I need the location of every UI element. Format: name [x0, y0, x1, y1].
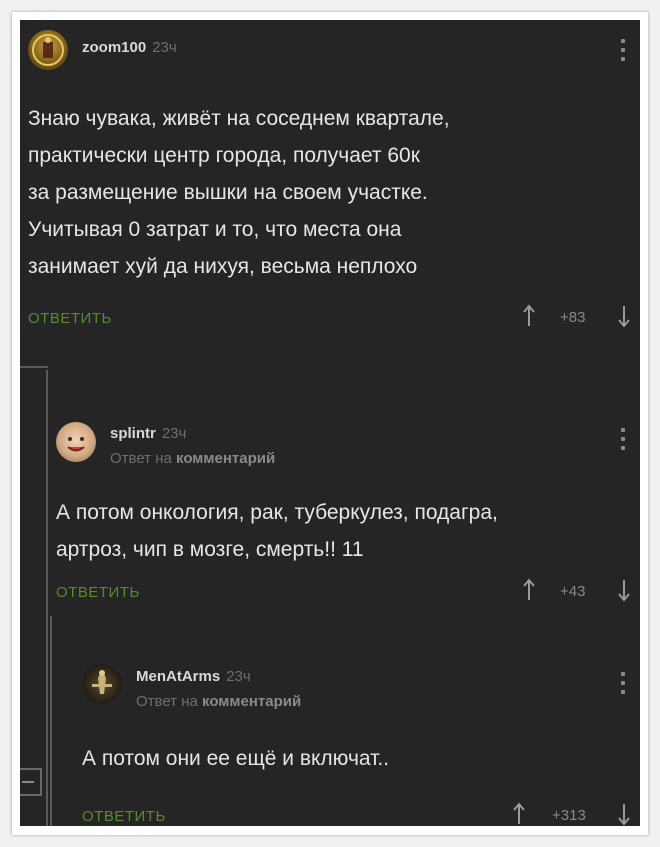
comment-splintr: splintr 23ч Ответ на комментарий А потом … — [20, 416, 640, 616]
more-options-icon[interactable] — [621, 39, 625, 61]
upvote-arrow-icon[interactable] — [512, 802, 526, 826]
avatar-splintr[interactable] — [56, 422, 96, 462]
comment-author[interactable]: zoom100 23ч — [82, 39, 177, 56]
reply-to-label: Ответ на комментарий — [136, 693, 301, 710]
comment-menatarms: MenAtArms 23ч Ответ на комментарий А пото… — [20, 660, 640, 826]
comment-text-line: практически центр города, получает 60к — [28, 144, 420, 167]
rating-value: +313 — [552, 807, 586, 824]
reply-to-prefix: Ответ на — [136, 693, 198, 710]
comment-text: Знаю чувака, живёт на соседнем квартале,… — [28, 100, 450, 285]
rating-value: +83 — [560, 309, 586, 326]
comment-text-line: Учитывая 0 затрат и то, что места она — [28, 218, 402, 241]
downvote-arrow-icon[interactable] — [617, 304, 631, 328]
reply-to-label: Ответ на комментарий — [110, 450, 275, 467]
reply-to-link[interactable]: комментарий — [176, 450, 275, 467]
face-icon — [67, 437, 85, 452]
avatar-zoom100[interactable] — [28, 30, 68, 70]
reply-button[interactable]: ОТВЕТИТЬ — [56, 584, 140, 601]
thread-line-top-stub — [20, 366, 48, 368]
author-name[interactable]: MenAtArms — [136, 668, 220, 685]
reply-button[interactable]: ОТВЕТИТЬ — [28, 310, 112, 327]
comment-text: А потом онкология, рак, туберкулез, пода… — [56, 494, 498, 568]
more-options-icon[interactable] — [621, 672, 625, 694]
reply-to-link[interactable]: комментарий — [202, 693, 301, 710]
emblem-icon — [32, 34, 64, 66]
downvote-arrow-icon[interactable] — [617, 802, 631, 826]
comment-text-line: А потом онкология, рак, туберкулез, пода… — [56, 501, 498, 524]
comment-author[interactable]: splintr 23ч — [110, 425, 186, 442]
author-name[interactable]: zoom100 — [82, 39, 146, 56]
knight-icon — [92, 670, 112, 694]
comment-text: А потом они ее ещё и включат.. — [82, 740, 389, 777]
downvote-arrow-icon[interactable] — [617, 578, 631, 602]
comment-text-line: Знаю чувака, живёт на соседнем квартале, — [28, 107, 450, 130]
comment-zoom100: zoom100 23ч Знаю чувака, живёт на соседне… — [20, 20, 640, 340]
comment-text-line: А потом они ее ещё и включат.. — [82, 747, 390, 770]
rating-value: +43 — [560, 583, 586, 600]
comment-author[interactable]: MenAtArms 23ч — [136, 668, 251, 685]
comment-time: 23ч — [161, 425, 187, 442]
comment-text-line: занимает хуй да нихуя, весьма неплохо — [28, 255, 418, 278]
upvote-arrow-icon[interactable] — [522, 578, 536, 602]
avatar-menatarms[interactable] — [82, 664, 122, 704]
comments-panel: zoom100 23ч Знаю чувака, живёт на соседне… — [20, 20, 640, 826]
more-options-icon[interactable] — [621, 428, 625, 450]
comment-text-line: за размещение вышки на своем участке. — [28, 181, 428, 204]
comment-time: 23ч — [226, 668, 251, 685]
comment-text-line: артроз, чип в мозге, смерть!! 11 — [56, 538, 364, 561]
author-name[interactable]: splintr — [110, 425, 156, 442]
upvote-arrow-icon[interactable] — [522, 304, 536, 328]
reply-to-prefix: Ответ на — [110, 450, 172, 467]
reply-button[interactable]: ОТВЕТИТЬ — [82, 808, 166, 825]
comment-time: 23ч — [152, 39, 177, 56]
